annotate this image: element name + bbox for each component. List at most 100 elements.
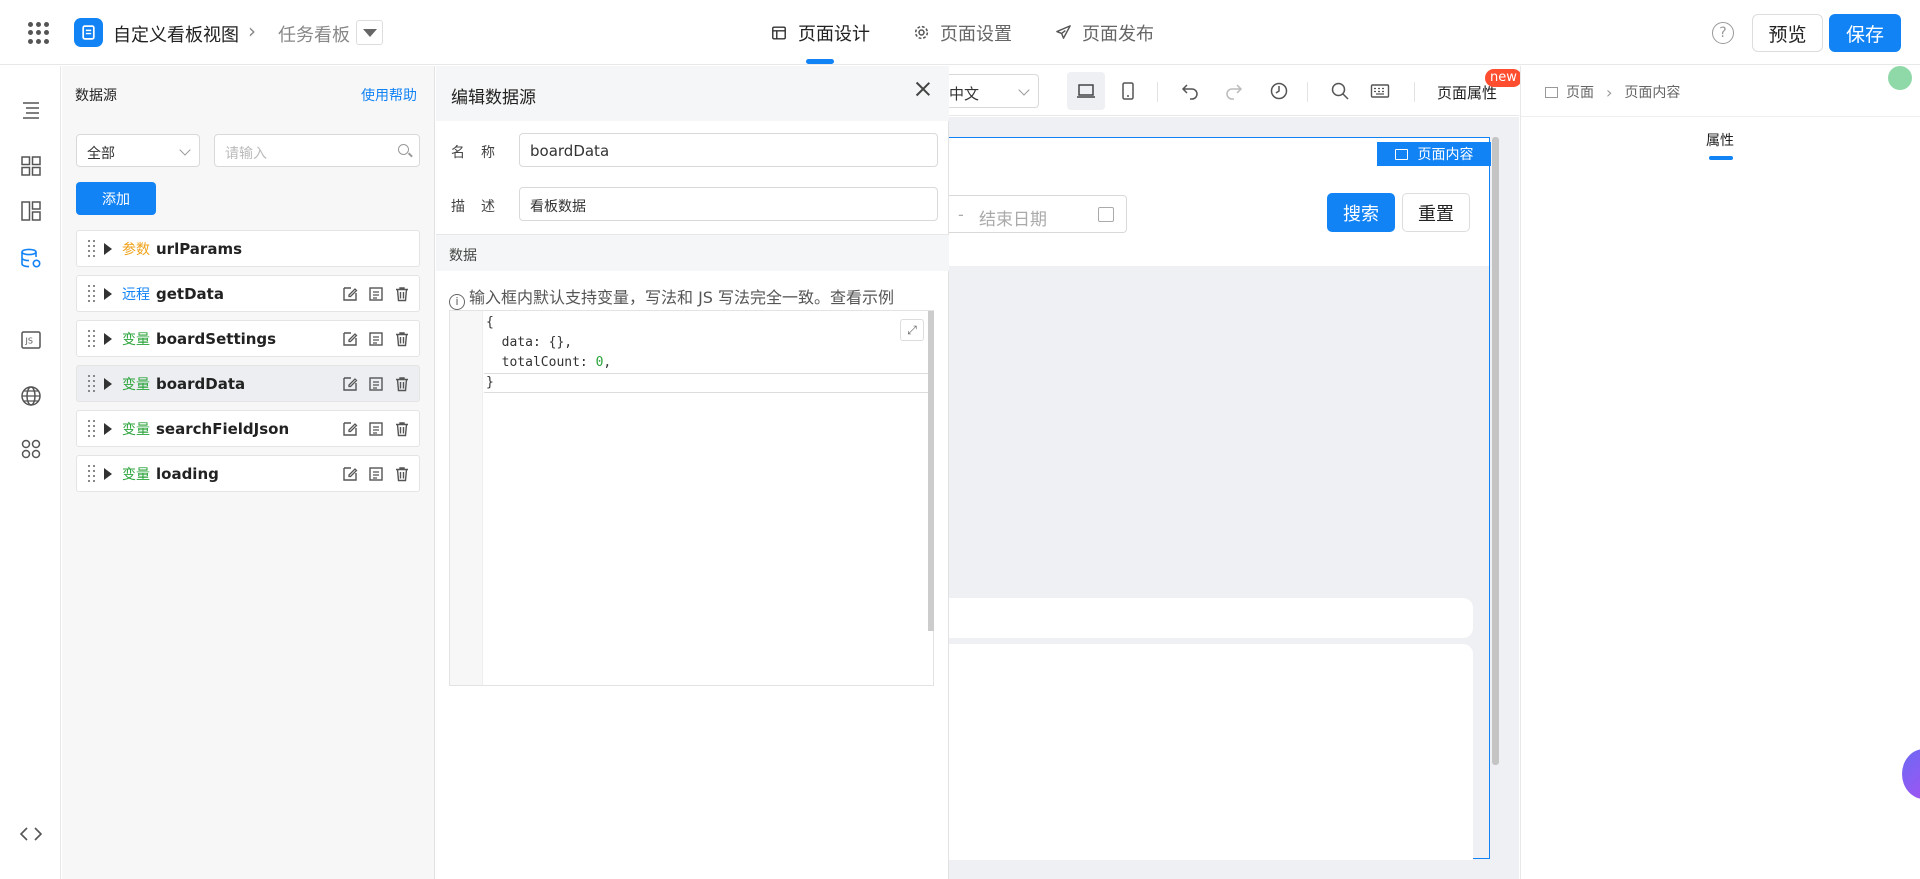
layout-icon xyxy=(770,24,788,42)
source-code-icon[interactable] xyxy=(19,822,43,846)
delete-icon[interactable] xyxy=(393,420,411,438)
edit-icon[interactable] xyxy=(341,285,359,303)
breadcrumb-root[interactable]: 页面 xyxy=(1566,82,1594,102)
search-icon[interactable] xyxy=(1327,78,1353,104)
datasource-item[interactable]: 参数 urlParams xyxy=(76,230,420,267)
datasource-item[interactable]: 变量 boardData xyxy=(76,365,420,402)
copy-icon[interactable] xyxy=(367,420,385,438)
expand-arrow-icon[interactable] xyxy=(104,467,112,480)
redo-icon[interactable] xyxy=(1221,78,1247,104)
datasource-item[interactable]: 变量 boardSettings xyxy=(76,320,420,357)
editor-code: { data: {}, totalCount: 0, } xyxy=(486,313,611,393)
expand-arrow-icon[interactable] xyxy=(104,422,112,435)
edit-panel-header: 编辑数据源 xyxy=(436,66,949,121)
breadcrumb: 页面 › 页面内容 xyxy=(1545,82,1680,102)
mobile-view-icon[interactable] xyxy=(1115,78,1141,104)
tab-page-publish[interactable]: 页面发布 xyxy=(1054,0,1154,65)
copy-icon[interactable] xyxy=(367,285,385,303)
code-line: data: {}, xyxy=(486,335,573,350)
reset-button[interactable]: 重置 xyxy=(1402,193,1470,232)
globe-icon[interactable] xyxy=(19,384,43,408)
datasource-icon[interactable] xyxy=(19,247,43,271)
name-field[interactable]: boardData xyxy=(519,133,938,167)
current-page-name[interactable]: 任务看板 xyxy=(278,21,350,47)
description-field[interactable]: 看板数据 xyxy=(519,187,938,221)
search-button[interactable]: 搜索 xyxy=(1327,193,1395,232)
add-datasource-button[interactable]: 添加 xyxy=(76,182,156,215)
drag-handle-icon[interactable] xyxy=(88,284,96,303)
help-icon[interactable]: ? xyxy=(1712,22,1734,44)
preview-button[interactable]: 预览 xyxy=(1752,14,1823,52)
plugins-icon[interactable] xyxy=(19,437,43,461)
datasource-item[interactable]: 变量 loading xyxy=(76,455,420,492)
tab-page-design[interactable]: 页面设计 xyxy=(770,0,870,65)
end-date-placeholder: 结束日期 xyxy=(979,210,1047,230)
expand-arrow-icon[interactable] xyxy=(104,242,112,255)
breadcrumb-current[interactable]: 页面内容 xyxy=(1624,82,1680,102)
delete-icon[interactable] xyxy=(393,465,411,483)
outline-tree-icon[interactable] xyxy=(19,98,43,122)
delete-icon[interactable] xyxy=(393,330,411,348)
close-icon[interactable] xyxy=(914,80,932,98)
js-code-icon[interactable]: JS xyxy=(19,328,43,352)
edit-icon[interactable] xyxy=(341,330,359,348)
status-indicator xyxy=(1888,66,1912,90)
drag-handle-icon[interactable] xyxy=(88,329,96,348)
keyboard-icon[interactable] xyxy=(1367,78,1393,104)
app-grid-icon[interactable] xyxy=(28,22,50,44)
expand-arrow-icon[interactable] xyxy=(104,377,112,390)
board-card[interactable] xyxy=(949,644,1473,860)
expand-arrow-icon[interactable] xyxy=(104,332,112,345)
canvas-scrollbar[interactable] xyxy=(1492,137,1499,765)
datasource-type-tag: 远程 xyxy=(122,286,150,303)
code-editor[interactable]: { data: {}, totalCount: 0, } ⤢ xyxy=(449,310,934,686)
editor-scrollbar[interactable] xyxy=(928,311,934,631)
language-select[interactable]: 中文 xyxy=(949,74,1039,108)
expand-arrow-icon[interactable] xyxy=(104,287,112,300)
copy-icon[interactable] xyxy=(367,375,385,393)
page-dropdown-button[interactable] xyxy=(356,20,383,45)
datasource-item[interactable]: 变量 searchFieldJson xyxy=(76,410,420,447)
layout-blocks-icon[interactable] xyxy=(19,199,43,223)
edit-icon[interactable] xyxy=(341,465,359,483)
svg-text:JS: JS xyxy=(25,337,33,346)
page-content-badge[interactable]: 页面内容 xyxy=(1377,142,1491,166)
drag-handle-icon[interactable] xyxy=(88,239,96,258)
editor-hint-text[interactable]: 输入框内默认支持变量，写法和 JS 写法完全一致。查看示例 xyxy=(469,288,894,307)
drag-handle-icon[interactable] xyxy=(88,464,96,483)
page-content-icon xyxy=(1394,148,1408,160)
description-field-label: 描述 xyxy=(451,199,511,215)
copy-icon[interactable] xyxy=(367,330,385,348)
delete-icon[interactable] xyxy=(393,285,411,303)
gear-icon xyxy=(912,24,930,42)
datasource-search-input[interactable]: 请输入 xyxy=(214,134,420,167)
tab-properties[interactable]: 属性 xyxy=(1706,130,1734,160)
page-content-frame[interactable]: - 结束日期 搜索 重置 页面内容 xyxy=(949,137,1491,860)
main-tabs: 页面设计 页面设置 页面发布 xyxy=(770,0,1196,65)
tab-page-settings[interactable]: 页面设置 xyxy=(912,0,1012,65)
datasource-actions xyxy=(341,465,411,483)
copy-icon[interactable] xyxy=(367,465,385,483)
drag-handle-icon[interactable] xyxy=(88,374,96,393)
datasource-item[interactable]: 远程 getData xyxy=(76,275,420,312)
history-icon[interactable] xyxy=(1266,78,1292,104)
canvas-toolbar: 中文 页面属性 new xyxy=(949,66,1522,116)
delete-icon[interactable] xyxy=(393,375,411,393)
app-title[interactable]: 自定义看板视图 xyxy=(113,21,239,47)
tab-page-publish-label: 页面发布 xyxy=(1082,23,1154,45)
expand-editor-icon[interactable]: ⤢ xyxy=(900,319,924,341)
components-icon[interactable] xyxy=(19,154,43,178)
save-button[interactable]: 保存 xyxy=(1829,14,1901,52)
top-bar: 自定义看板视图 › 任务看板 页面设计 页面设置 页面发布 ? 预览 保存 xyxy=(0,0,1920,65)
datasource-type-tag: 变量 xyxy=(122,376,150,393)
end-date-picker[interactable]: - 结束日期 xyxy=(949,195,1127,233)
edit-icon[interactable] xyxy=(341,375,359,393)
datasource-type-filter[interactable]: 全部 xyxy=(76,134,200,167)
content-card[interactable] xyxy=(949,598,1473,638)
edit-icon[interactable] xyxy=(341,420,359,438)
drag-handle-icon[interactable] xyxy=(88,419,96,438)
usage-help-link[interactable]: 使用帮助 xyxy=(361,85,417,105)
desktop-view-icon[interactable] xyxy=(1067,72,1105,110)
page-icon xyxy=(1545,86,1558,98)
undo-icon[interactable] xyxy=(1177,78,1203,104)
